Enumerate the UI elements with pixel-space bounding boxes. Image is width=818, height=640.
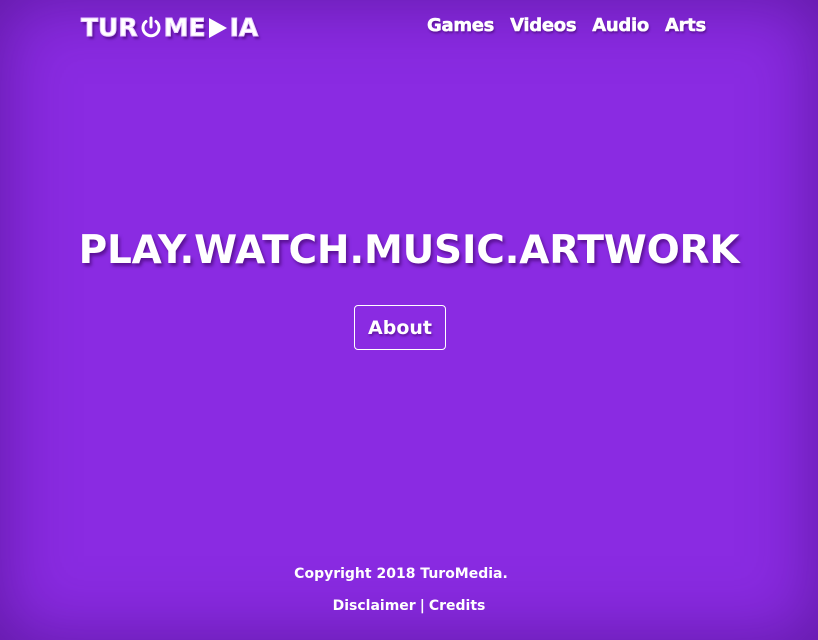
about-button[interactable]: About <box>354 305 446 350</box>
credits-link[interactable]: Credits <box>429 598 486 614</box>
play-icon <box>207 16 229 40</box>
logo-text-end: IA <box>229 13 259 43</box>
hero-title: PLAY.WATCH.MUSIC.ARTWORK <box>78 228 740 273</box>
disclaimer-link[interactable]: Disclaimer <box>333 598 416 614</box>
site-logo[interactable]: TUR ME IA <box>81 11 259 45</box>
nav-item-arts[interactable]: Arts <box>665 13 707 39</box>
logo-text-start: TUR <box>81 13 139 43</box>
logo-text-middle: ME <box>163 13 206 43</box>
copyright-text: Copyright 2018 TuroMedia. <box>294 566 508 582</box>
site-footer: Copyright 2018 TuroMedia. Disclaimer | Cre… <box>0 563 818 617</box>
nav-item-videos[interactable]: Videos <box>510 13 577 39</box>
footer-links: Disclaimer | Credits <box>0 595 818 617</box>
site-header: TUR ME IA Games Videos Audio Arts <box>0 0 818 56</box>
power-icon <box>139 16 163 40</box>
footer-separator: | <box>419 598 425 614</box>
hero-section: PLAY.WATCH.MUSIC.ARTWORK <box>0 226 818 276</box>
main-nav: Games Videos Audio Arts <box>427 13 707 39</box>
nav-item-games[interactable]: Games <box>427 13 495 39</box>
nav-item-audio[interactable]: Audio <box>592 13 649 39</box>
